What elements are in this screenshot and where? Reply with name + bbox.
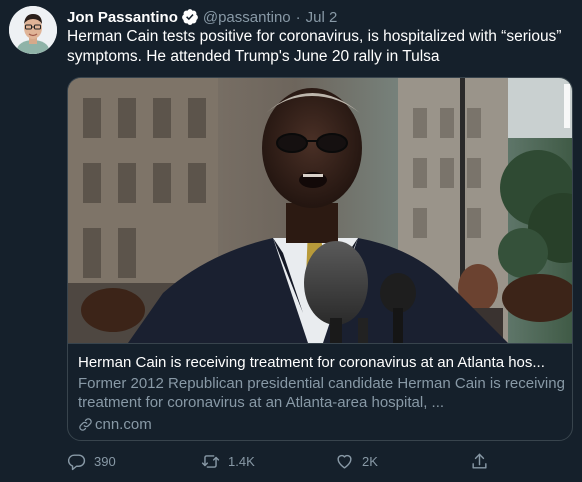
card-body: Herman Cain is receiving treatment for c… <box>68 344 572 440</box>
tweet-header: Jon Passantino @passantino · Jul 2 <box>67 6 337 28</box>
reply-button[interactable]: 390 <box>67 452 116 471</box>
card-domain: cnn.com <box>78 415 152 434</box>
tweet-date[interactable]: Jul 2 <box>306 9 338 26</box>
share-button[interactable] <box>470 452 497 471</box>
card-image <box>68 78 572 344</box>
link-icon <box>79 418 92 431</box>
card-domain-text: cnn.com <box>95 416 152 433</box>
author-handle[interactable]: @passantino <box>203 9 291 26</box>
share-icon <box>472 453 487 469</box>
tweet-text: Herman Cain tests positive for coronavir… <box>67 28 562 65</box>
card-title[interactable]: Herman Cain is receiving treatment for c… <box>78 353 566 372</box>
avatar[interactable] <box>9 6 57 54</box>
tweet-actions: 390 1.4K 2K <box>67 452 517 474</box>
like-button[interactable]: 2K <box>335 452 378 471</box>
heart-icon <box>337 454 352 469</box>
like-count: 2K <box>362 454 378 469</box>
reply-count: 390 <box>94 454 116 469</box>
link-card[interactable]: Herman Cain is receiving treatment for c… <box>67 77 573 441</box>
reply-icon <box>67 454 86 471</box>
tweet[interactable]: Jon Passantino @passantino · Jul 2 Herma… <box>0 0 582 482</box>
verified-badge-icon <box>181 9 198 25</box>
retweet-count: 1.4K <box>228 454 255 469</box>
separator-dot: · <box>295 8 301 26</box>
retweet-icon <box>201 455 220 468</box>
card-description: Former 2012 Republican presidential cand… <box>78 375 565 411</box>
avatar-image <box>9 6 57 54</box>
author-name[interactable]: Jon Passantino <box>67 9 178 26</box>
retweet-button[interactable]: 1.4K <box>201 452 255 471</box>
